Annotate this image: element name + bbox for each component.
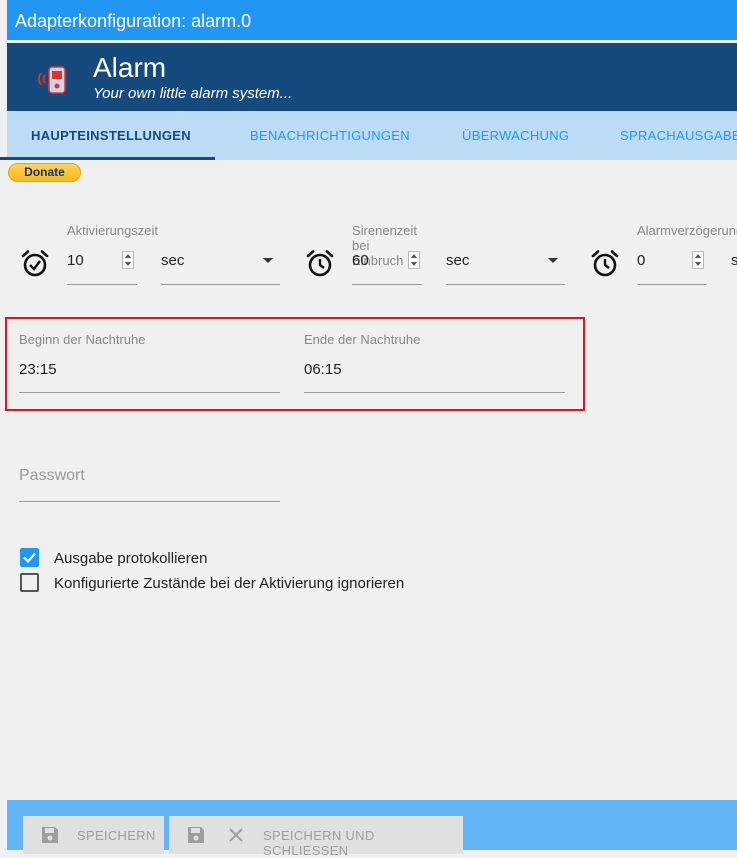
alarm-check-icon xyxy=(21,250,49,277)
save-label: SPEICHERN xyxy=(77,828,156,843)
activation-unit-select[interactable] xyxy=(161,284,280,285)
alarm-logo-icon xyxy=(38,66,66,94)
password-placeholder[interactable]: Passwort xyxy=(19,467,85,485)
siren-time-unit: sec xyxy=(446,252,470,269)
save-and-close-button[interactable]: SPEICHERN UND SCHLIESSEN xyxy=(169,816,463,858)
window-title: Adapterkonfiguration: alarm.0 xyxy=(15,11,252,31)
alarm-delay-stepper[interactable] xyxy=(692,251,704,269)
window-titlebar: Adapterkonfiguration: alarm.0 xyxy=(7,0,737,40)
activation-time-field[interactable] xyxy=(67,284,137,285)
chevron-down-icon[interactable] xyxy=(548,258,558,263)
save-button[interactable]: SPEICHERN xyxy=(23,816,164,854)
activation-time-label: Aktivierungszeit xyxy=(67,223,159,238)
tab-bar: HAUPTEINSTELLUNGEN BENACHRICHTIGUNGEN ÜB… xyxy=(7,111,737,160)
alarm-delay-label: Alarmverzögerung xyxy=(637,223,737,238)
night-end-value: 06:15 xyxy=(304,361,342,378)
alarm-clock-icon xyxy=(591,250,619,277)
activation-time-unit: sec xyxy=(161,252,185,269)
app-title: Alarm xyxy=(93,52,167,83)
save-and-close-label: SPEICHERN UND SCHLIESSEN xyxy=(263,828,375,858)
night-start-field[interactable] xyxy=(19,392,280,393)
alarm-clock-icon xyxy=(306,250,334,277)
tab-haupteinstellungen[interactable]: HAUPTEINSTELLUNGEN xyxy=(31,111,191,160)
app-header: Alarm Your own little alarm system... xyxy=(7,43,737,111)
tab-sprachausgabe[interactable]: SPRACHAUSGABE xyxy=(620,111,737,160)
siren-time-stepper[interactable] xyxy=(408,251,420,269)
ignore-states-label: Konfigurierte Zustände bei der Aktivieru… xyxy=(54,575,405,592)
siren-time-field[interactable] xyxy=(352,284,422,285)
ignore-states-checkbox[interactable] xyxy=(20,573,39,592)
siren-time-value: 60 xyxy=(352,252,369,269)
save-icon xyxy=(188,827,204,843)
save-icon xyxy=(42,827,58,843)
active-tab-indicator xyxy=(0,157,215,160)
night-start-value: 23:15 xyxy=(19,361,57,378)
alarm-delay-field[interactable] xyxy=(637,284,707,285)
donate-button[interactable]: Donate xyxy=(8,163,81,182)
tab-benachrichtigungen[interactable]: BENACHRICHTIGUNGEN xyxy=(250,111,410,160)
alarm-delay-unit: sec xyxy=(731,252,737,269)
footer-bar: SPEICHERN SPEICHERN UND SCHLIESSEN xyxy=(7,800,737,858)
activation-time-stepper[interactable] xyxy=(122,251,134,269)
log-output-checkbox[interactable] xyxy=(20,548,39,567)
app-subtitle: Your own little alarm system... xyxy=(93,85,293,102)
night-end-label: Ende der Nachtruhe xyxy=(304,332,421,347)
tab-ueberwachung[interactable]: ÜBERWACHUNG xyxy=(462,111,569,160)
night-start-label: Beginn der Nachtruhe xyxy=(19,332,146,347)
checkmark-icon xyxy=(23,552,36,564)
activation-time-value: 10 xyxy=(67,252,84,269)
chevron-down-icon[interactable] xyxy=(263,258,273,263)
night-end-field[interactable] xyxy=(304,392,565,393)
siren-unit-select[interactable] xyxy=(446,284,565,285)
log-output-label: Ausgabe protokollieren xyxy=(54,550,208,567)
close-icon xyxy=(229,828,243,842)
alarm-delay-value: 0 xyxy=(637,252,646,269)
password-field[interactable] xyxy=(19,501,280,502)
